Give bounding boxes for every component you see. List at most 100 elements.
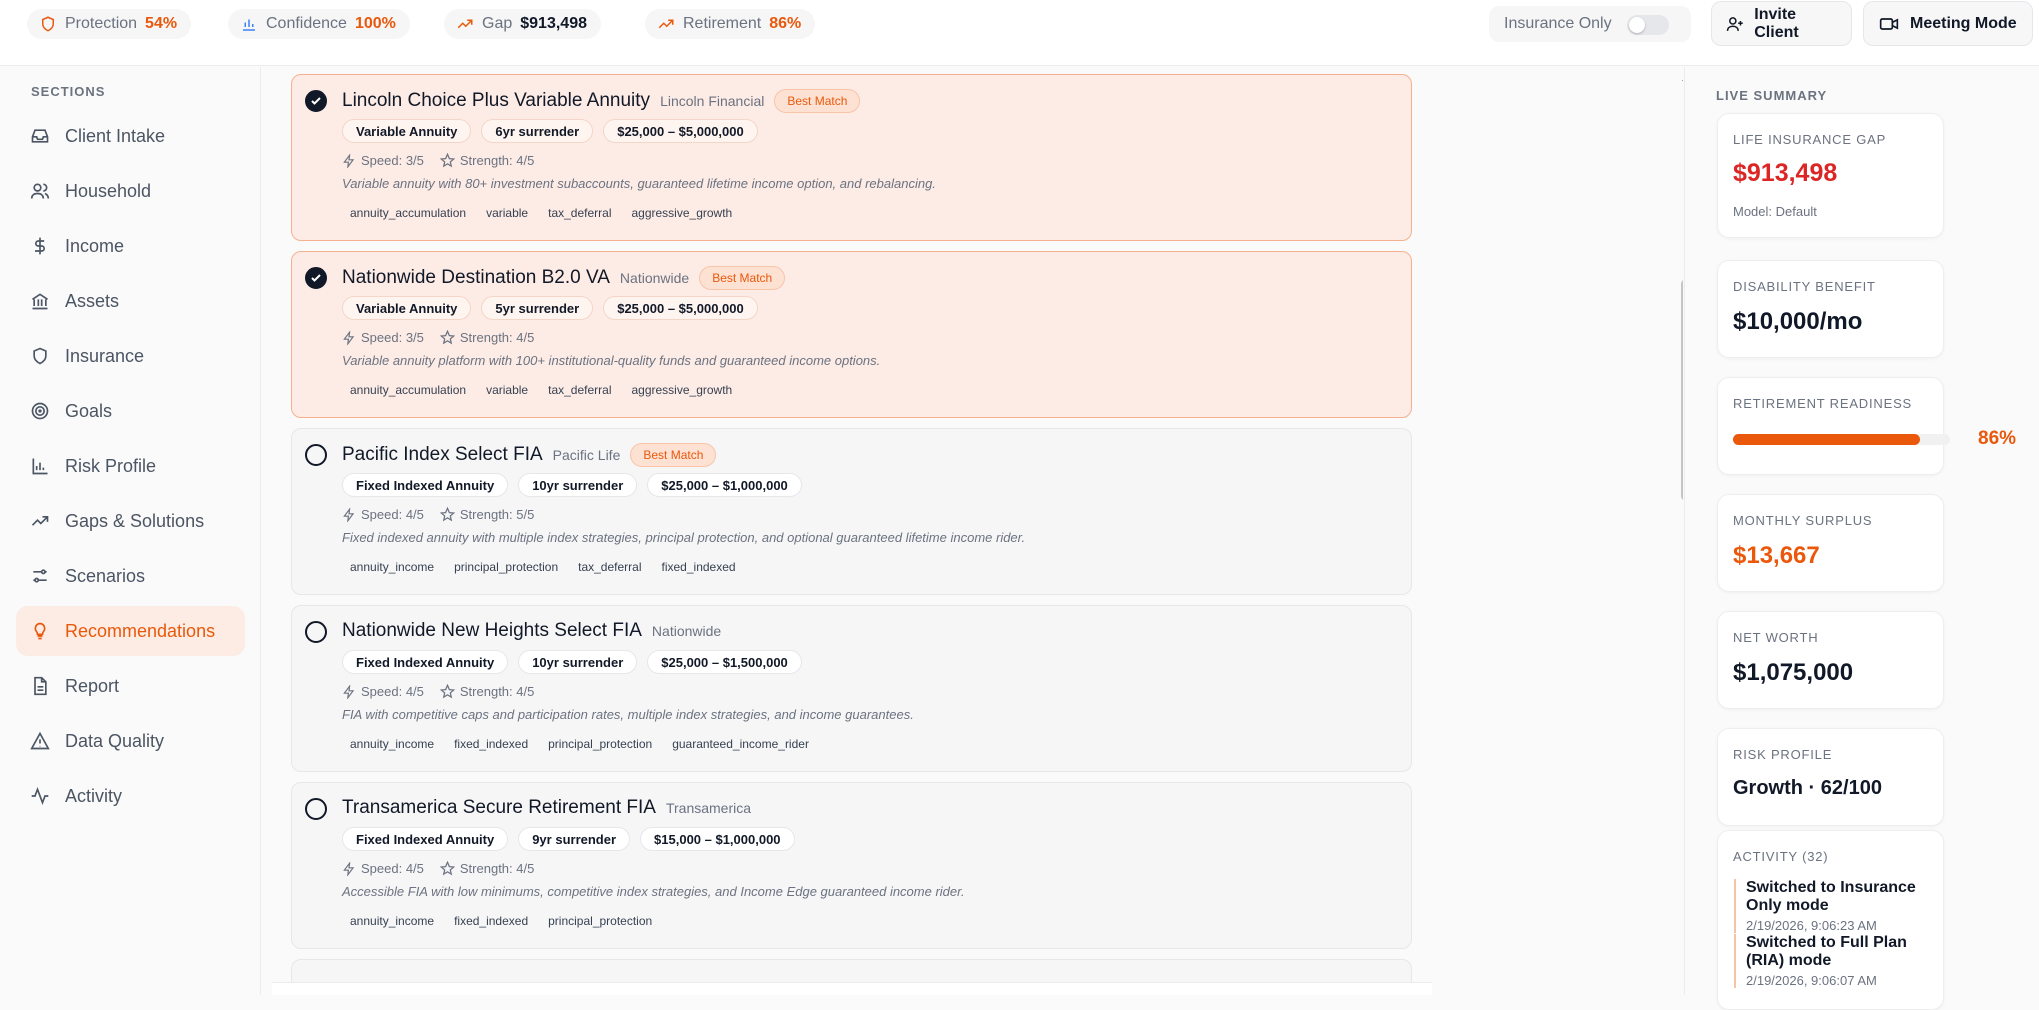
sidebar-item-label: Activity <box>65 785 123 806</box>
scroll-up-arrow[interactable] <box>1682 74 1683 81</box>
sidebar-item-income[interactable]: Income <box>16 221 245 271</box>
product-card[interactable]: Nationwide New Heights Select FIA Nation… <box>291 605 1412 772</box>
sections-title: SECTIONS <box>31 84 106 99</box>
strength-rating: Strength: 4/5 <box>459 861 535 876</box>
product-tag: annuity_income <box>350 560 435 574</box>
premium-range-pill: $25,000 – $1,000,000 <box>647 473 802 497</box>
surrender-pill: 10yr surrender <box>518 473 638 497</box>
sidebar-item-data-quality[interactable]: Data Quality <box>16 716 245 766</box>
activity-title: Switched to Insurance Only mode <box>1746 879 1916 914</box>
activity-time: 2/19/2026, 9:06:07 AM <box>1746 973 1877 988</box>
bank-icon <box>32 293 48 310</box>
sidebar-item-goals[interactable]: Goals <box>16 386 245 436</box>
product-checkbox[interactable] <box>305 621 327 643</box>
product-title-row: Lincoln Choice Plus Variable Annuity Lin… <box>342 89 861 113</box>
surrender-pill: 9yr surrender <box>518 827 631 851</box>
product-tags: annuity_income principal_protection tax_… <box>342 557 748 577</box>
product-carrier: Transamerica <box>665 800 752 816</box>
life-insurance-gap-value: $913,498 <box>1733 159 1838 187</box>
scrollbar-thumb[interactable] <box>1681 279 1683 501</box>
product-type-pill: Fixed Indexed Annuity <box>342 473 509 497</box>
product-tag: fixed_indexed <box>661 560 736 574</box>
retirement-progress-fill <box>1733 434 1920 445</box>
metric-gap: Gap $913,498 <box>444 9 601 39</box>
product-type-pill: Fixed Indexed Annuity <box>342 827 509 851</box>
sidebar-item-assets[interactable]: Assets <box>16 276 245 326</box>
sidebar-item-household[interactable]: Household <box>16 166 245 216</box>
product-card[interactable]: Transamerica Secure Retirement FIA Trans… <box>291 782 1412 949</box>
sidebar-item-client-intake[interactable]: Client Intake <box>16 111 245 161</box>
inbox-icon <box>31 129 49 143</box>
product-carrier: Nationwide <box>619 270 690 286</box>
product-type-pill: Variable Annuity <box>342 119 472 143</box>
insurance-only-toggle[interactable] <box>1627 15 1669 35</box>
top-bar: Protection 54% Confidence 100% Gap $913,… <box>0 0 2039 66</box>
speed-rating: Speed: 4/5 <box>361 507 424 522</box>
metric-label: Retirement <box>683 15 762 32</box>
retirement-progress-bar <box>1733 434 1950 445</box>
product-tags: annuity_income fixed_indexed principal_p… <box>342 911 664 931</box>
product-tag: aggressive_growth <box>623 380 741 400</box>
product-checkbox[interactable] <box>305 90 327 112</box>
product-description: Variable annuity platform with 100+ inst… <box>342 353 881 368</box>
product-checkbox[interactable] <box>305 798 327 820</box>
shield-icon <box>42 16 54 32</box>
dollar-icon <box>35 237 45 255</box>
metric-retirement: Retirement 86% <box>645 9 816 39</box>
product-title-row: Nationwide New Heights Select FIA Nation… <box>342 620 721 642</box>
product-tags: annuity_accumulation variable tax_deferr… <box>342 203 744 223</box>
star-icon <box>439 684 455 699</box>
card-label: NET WORTH <box>1733 630 1819 645</box>
live-summary-title: LIVE SUMMARY <box>1716 88 1828 103</box>
list-footer-bar <box>272 982 1432 995</box>
activity-item[interactable]: Switched to Insurance Only mode 2/19/202… <box>1734 879 1943 933</box>
product-ratings: Speed: 4/5 Strength: 4/5 <box>342 861 550 876</box>
product-description: Fixed indexed annuity with multiple inde… <box>342 530 1026 545</box>
sidebar-item-gaps-solutions[interactable]: Gaps & Solutions <box>16 496 245 546</box>
invite-client-button[interactable]: Invite Client <box>1711 1 1852 46</box>
speed-rating: Speed: 3/5 <box>361 153 424 168</box>
risk-profile-card: RISK PROFILE Growth · 62/100 <box>1717 728 1944 826</box>
product-card[interactable]: Nationwide Destination B2.0 VA Nationwid… <box>291 251 1412 418</box>
disability-benefit-card: DISABILITY BENEFIT $10,000/mo <box>1717 260 1944 358</box>
product-checkbox[interactable] <box>305 267 327 289</box>
sidebar-item-recommendations[interactable]: Recommendations <box>16 606 245 656</box>
sidebar-item-scenarios[interactable]: Scenarios <box>16 551 245 601</box>
disability-benefit-value: $10,000/mo <box>1733 308 1863 335</box>
sidebar-item-label: Scenarios <box>65 565 146 586</box>
product-tags: annuity_income fixed_indexed principal_p… <box>342 734 821 754</box>
sidebar-item-label: Risk Profile <box>65 455 157 476</box>
best-match-badge: Best Match <box>630 443 717 467</box>
product-checkbox[interactable] <box>305 444 327 466</box>
retirement-readiness-card: RETIREMENT READINESS 86% <box>1717 377 2016 475</box>
meeting-mode-label: Meeting Mode <box>1910 14 2017 32</box>
sidebar-item-activity[interactable]: Activity <box>16 771 245 821</box>
sidebar-item-label: Gaps & Solutions <box>65 510 205 531</box>
product-card[interactable]: Lincoln Choice Plus Variable Annuity Lin… <box>291 74 1412 241</box>
lightning-icon <box>343 861 355 876</box>
trending-up-icon <box>457 19 473 29</box>
strength-rating: Strength: 4/5 <box>459 330 535 345</box>
net-worth-card: NET WORTH $1,075,000 <box>1717 611 1944 709</box>
card-label: DISABILITY BENEFIT <box>1733 279 1876 294</box>
meeting-mode-button[interactable]: Meeting Mode <box>1863 1 2033 46</box>
product-card[interactable]: Pacific Index Select FIA Pacific Life Be… <box>291 428 1412 595</box>
users-icon <box>30 183 50 199</box>
product-tag: fixed_indexed <box>454 737 529 751</box>
product-ratings: Speed: 3/5 Strength: 4/5 <box>342 330 550 345</box>
sidebar-item-label: Insurance <box>65 345 145 366</box>
sidebar-item-insurance[interactable]: Insurance <box>16 331 245 381</box>
star-icon <box>439 153 455 168</box>
sidebar-item-label: Household <box>65 180 152 201</box>
sidebar-item-risk-profile[interactable]: Risk Profile <box>16 441 245 491</box>
sidebar-item-report[interactable]: Report <box>16 661 245 711</box>
sidebar-item-label: Client Intake <box>65 125 166 146</box>
product-pills: Variable Annuity 6yr surrender $25,000 –… <box>342 119 768 143</box>
activity-item[interactable]: Switched to Full Plan (RIA) mode 2/19/20… <box>1734 934 1943 988</box>
product-ratings: Speed: 3/5 Strength: 4/5 <box>342 153 550 168</box>
check-icon <box>311 274 321 282</box>
sidebar-item-label: Report <box>65 675 120 696</box>
premium-range-pill: $25,000 – $5,000,000 <box>603 296 758 320</box>
product-title-row: Pacific Index Select FIA Pacific Life Be… <box>342 443 717 467</box>
life-insurance-gap-card: LIFE INSURANCE GAP $913,498 Model: Defau… <box>1717 113 1944 238</box>
